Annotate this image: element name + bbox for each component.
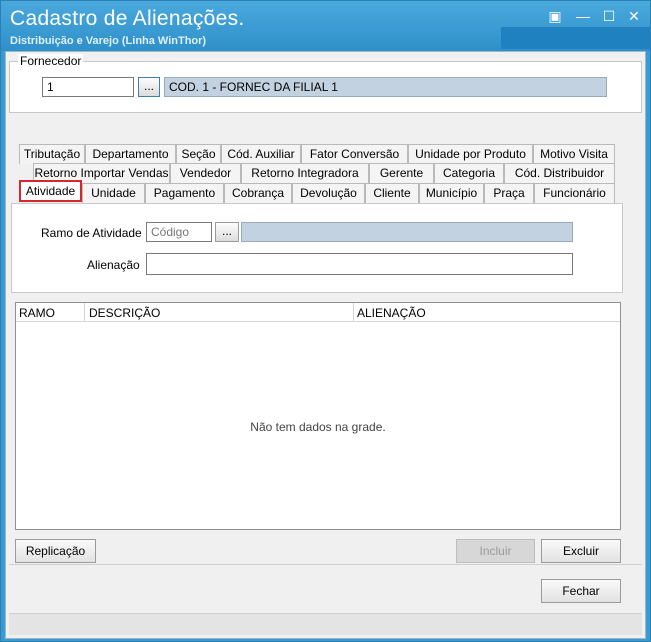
client-area: Fornecedor 1 ... COD. 1 - FORNEC DA FILI… <box>5 51 646 639</box>
window-subtitle: Distribuição e Varejo (Linha WinThor) <box>10 35 207 47</box>
grid-empty-message: Não tem dados na grade. <box>250 420 386 434</box>
tab-praca[interactable]: Praça <box>484 183 534 203</box>
fechar-button[interactable]: Fechar <box>541 579 621 603</box>
fornecedor-lookup-button[interactable]: ... <box>138 77 160 97</box>
window: Cadastro de Alienações. Distribuição e V… <box>0 0 651 642</box>
fornecedor-code-input[interactable]: 1 <box>42 77 134 97</box>
tab-tributacao[interactable]: Tributação <box>19 144 85 164</box>
tab-departamento[interactable]: Departamento <box>85 144 176 164</box>
title-bar: Cadastro de Alienações. Distribuição e V… <box>1 1 650 51</box>
excluir-button[interactable]: Excluir <box>541 539 621 563</box>
tab-unidade[interactable]: Unidade <box>82 183 145 203</box>
incluir-button[interactable]: Incluir <box>456 539 535 563</box>
footer-divider <box>9 564 642 565</box>
restore-icon[interactable]: ▣ <box>546 7 564 25</box>
fornecedor-name-field: COD. 1 - FORNEC DA FILIAL 1 <box>164 77 607 97</box>
atividade-tab-panel: Ramo de Atividade Código ... Alienação <box>11 203 623 293</box>
tab-motivo-visita[interactable]: Motivo Visita <box>533 144 615 164</box>
maximize-icon[interactable]: ☐ <box>600 7 618 25</box>
tab-gerente[interactable]: Gerente <box>369 163 434 183</box>
tab-categoria[interactable]: Categoria <box>434 163 504 183</box>
window-title: Cadastro de Alienações. <box>10 7 245 30</box>
tab-pagamento[interactable]: Pagamento <box>145 183 224 203</box>
tab-vendedor[interactable]: Vendedor <box>170 163 241 183</box>
ramo-atividade-label: Ramo de Atividade <box>41 226 142 240</box>
tab-unidade-por-produto[interactable]: Unidade por Produto <box>408 144 533 164</box>
column-separator <box>353 303 354 322</box>
minimize-icon[interactable]: — <box>574 7 592 25</box>
ramo-description-field <box>241 222 573 242</box>
replicacao-button[interactable]: Replicação <box>15 539 96 563</box>
ramo-lookup-button[interactable]: ... <box>215 222 239 242</box>
data-grid[interactable]: RAMO DESCRIÇÃO ALIENAÇÃO Não tem dados n… <box>15 302 621 530</box>
fornecedor-group-label: Fornecedor <box>18 54 84 68</box>
column-header-ramo[interactable]: RAMO <box>19 306 55 320</box>
column-header-descricao[interactable]: DESCRIÇÃO <box>89 306 160 320</box>
tab-retorno-integradora[interactable]: Retorno Integradora <box>241 163 369 183</box>
status-bar <box>9 613 642 635</box>
tab-cobranca[interactable]: Cobrança <box>224 183 292 203</box>
tab-atividade[interactable]: Atividade <box>19 180 82 202</box>
ramo-code-input[interactable]: Código <box>146 222 212 242</box>
fornecedor-group: Fornecedor 1 ... COD. 1 - FORNEC DA FILI… <box>9 54 642 113</box>
title-accent-bar <box>501 27 650 49</box>
tab-secao[interactable]: Seção <box>176 144 221 164</box>
alienacao-label: Alienação <box>87 258 140 272</box>
tab-municipio[interactable]: Município <box>419 183 484 203</box>
tab-fator-conversao[interactable]: Fator Conversão <box>301 144 408 164</box>
column-separator <box>84 303 85 322</box>
tab-cod-distribuidor[interactable]: Cód. Distribuidor <box>504 163 615 183</box>
tab-cod-auxiliar[interactable]: Cód. Auxiliar <box>221 144 301 164</box>
close-icon[interactable]: ✕ <box>625 7 643 25</box>
tab-funcionario[interactable]: Funcionário <box>534 183 615 203</box>
alienacao-input[interactable] <box>146 253 573 275</box>
column-header-alienacao[interactable]: ALIENAÇÃO <box>357 306 426 320</box>
tab-devolucao[interactable]: Devolução <box>292 183 365 203</box>
grid-header: RAMO DESCRIÇÃO ALIENAÇÃO <box>16 303 620 322</box>
tab-cliente[interactable]: Cliente <box>365 183 419 203</box>
